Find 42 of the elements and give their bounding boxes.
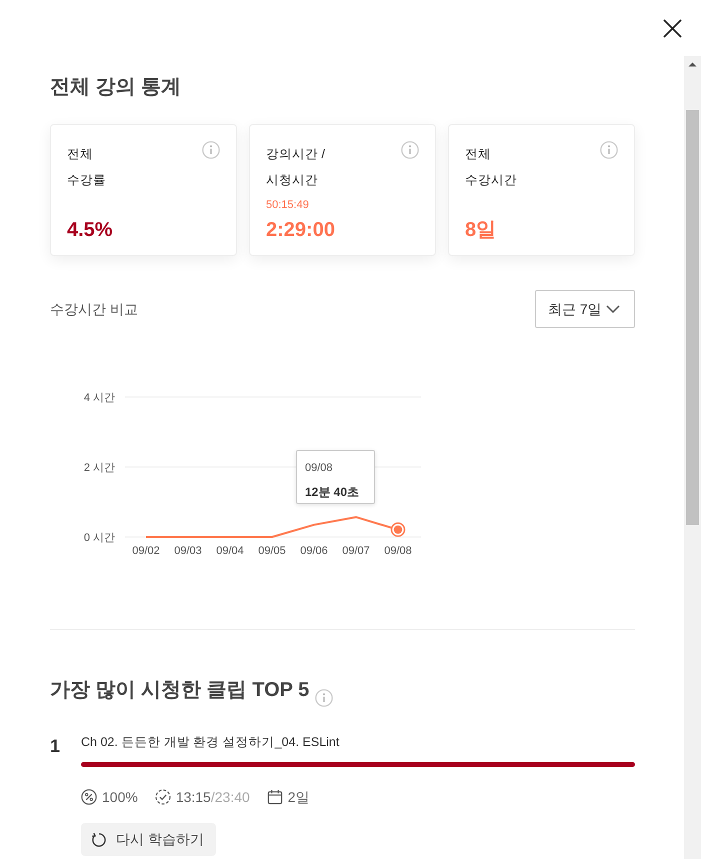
- total-duration: /23:40: [210, 789, 250, 805]
- refresh-icon: [91, 832, 107, 848]
- rank-number: 1: [50, 735, 62, 758]
- watched-time: 13:15: [176, 789, 211, 805]
- x-axis-label: 09/04: [216, 545, 244, 557]
- info-icon[interactable]: [401, 141, 419, 159]
- period-dropdown[interactable]: 최근 7일: [535, 290, 635, 328]
- y-axis-label: 2 시간: [84, 462, 115, 474]
- calendar-icon: [266, 789, 283, 805]
- chart-title: 수강시간 비교: [50, 300, 138, 318]
- chevron-down-icon: [606, 305, 620, 313]
- percent-icon: [81, 789, 97, 805]
- tooltip-date: 09/08: [305, 461, 334, 476]
- stat-value: 4.5%: [67, 218, 114, 243]
- stat-value: 2:29:00: [266, 218, 336, 243]
- info-icon[interactable]: [600, 141, 618, 159]
- info-icon[interactable]: [202, 141, 220, 159]
- point-marker-icon: [390, 522, 406, 537]
- progress-percent: 100%: [102, 788, 138, 807]
- scrollbar[interactable]: [684, 56, 701, 859]
- section-title: 가장 많이 시청한 클립 TOP 5: [50, 678, 310, 703]
- info-icon[interactable]: [315, 689, 334, 707]
- clock-check-icon: [154, 789, 171, 805]
- clip-title: Ch 02. 든든한 개발 환경 설정하기_04. ESLint: [81, 734, 340, 751]
- y-axis-label: 0 시간: [84, 532, 115, 544]
- x-axis-label: 09/08: [384, 545, 412, 557]
- x-axis-label: 09/02: [132, 545, 160, 557]
- x-axis-label: 09/06: [300, 545, 328, 557]
- section-title: 전체 강의 통계: [50, 75, 182, 100]
- study-days: 2일: [288, 787, 310, 807]
- y-axis-label: 4 시간: [84, 392, 115, 404]
- tooltip-value: 12분 40초: [305, 484, 360, 500]
- stat-label: 전체 수강률: [67, 146, 106, 189]
- scrollbar-thumb[interactable]: [686, 110, 699, 525]
- x-axis-label: 09/05: [258, 545, 286, 557]
- restudy-button[interactable]: 다시 학습하기: [81, 823, 216, 856]
- stat-value: 8일: [465, 218, 498, 243]
- x-axis-label: 09/07: [342, 545, 370, 557]
- x-axis-label: 09/03: [174, 545, 202, 557]
- stat-subvalue: 50:15:49: [266, 198, 310, 212]
- stat-label: 강의시간 / 시청시간: [266, 146, 325, 189]
- stat-label: 전체 수강시간: [465, 146, 517, 189]
